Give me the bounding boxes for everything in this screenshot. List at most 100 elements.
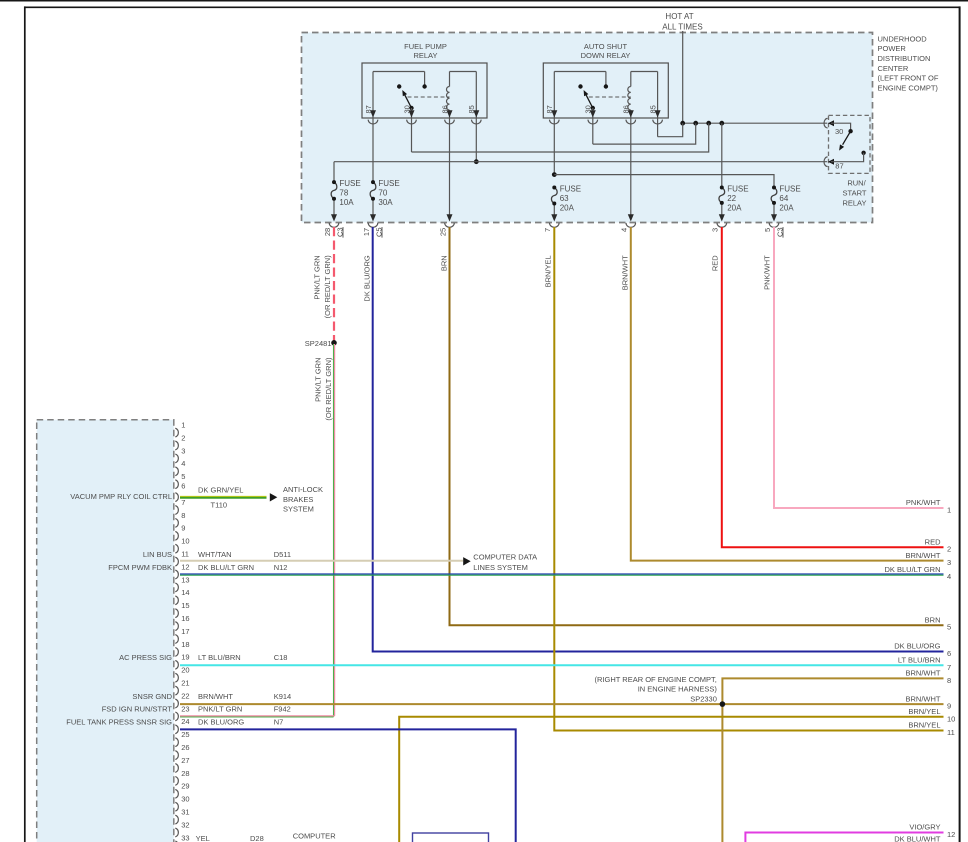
svg-text:31: 31: [181, 808, 189, 817]
svg-text:26: 26: [181, 743, 189, 752]
svg-text:ALL TIMES: ALL TIMES: [662, 23, 702, 32]
svg-text:FUEL PUMP: FUEL PUMP: [404, 42, 447, 51]
svg-text:20A: 20A: [560, 203, 575, 212]
svg-text:8: 8: [947, 676, 951, 685]
svg-text:4: 4: [181, 459, 185, 468]
svg-text:12: 12: [181, 562, 189, 571]
svg-text:C18: C18: [274, 653, 288, 662]
svg-text:BRN/WHT: BRN/WHT: [906, 669, 941, 678]
svg-text:7: 7: [947, 663, 951, 672]
svg-text:FUSE: FUSE: [339, 179, 360, 188]
svg-text:COMPUTER: COMPUTER: [293, 831, 337, 840]
svg-text:10A: 10A: [339, 198, 354, 207]
svg-text:22: 22: [727, 194, 736, 203]
svg-text:F942: F942: [274, 705, 291, 714]
svg-text:SP2330: SP2330: [690, 695, 717, 704]
svg-text:FUSE: FUSE: [727, 185, 748, 194]
svg-text:13: 13: [181, 575, 189, 584]
svg-text:28: 28: [181, 769, 189, 778]
svg-text:FPCM PWM FDBK: FPCM PWM FDBK: [108, 563, 172, 572]
svg-text:N7: N7: [274, 718, 284, 727]
svg-text:6: 6: [181, 481, 185, 490]
svg-text:64: 64: [779, 194, 788, 203]
svg-text:DK BLU/LT GRN: DK BLU/LT GRN: [198, 563, 254, 572]
svg-text:RED: RED: [925, 537, 941, 546]
svg-text:COMPUTER DATA: COMPUTER DATA: [473, 553, 537, 562]
svg-text:18: 18: [181, 640, 189, 649]
svg-text:24: 24: [181, 717, 189, 726]
svg-text:2: 2: [947, 545, 951, 554]
svg-text:ENGINE COMPT): ENGINE COMPT): [878, 84, 939, 93]
svg-text:PNK/LT GRN: PNK/LT GRN: [314, 358, 323, 402]
svg-text:K914: K914: [274, 692, 292, 701]
svg-text:21: 21: [181, 679, 189, 688]
svg-text:10: 10: [181, 537, 189, 546]
svg-text:IN ENGINE HARNESS): IN ENGINE HARNESS): [638, 685, 718, 694]
svg-text:32: 32: [181, 820, 189, 829]
svg-text:25: 25: [438, 228, 447, 236]
svg-text:PNK/LT GRN: PNK/LT GRN: [313, 255, 322, 299]
svg-text:9: 9: [181, 524, 185, 533]
svg-text:3: 3: [181, 446, 185, 455]
svg-text:20A: 20A: [779, 203, 794, 212]
svg-text:11: 11: [181, 550, 189, 559]
svg-text:LIN BUS: LIN BUS: [143, 550, 172, 559]
svg-text:29: 29: [181, 782, 189, 791]
svg-text:3: 3: [947, 558, 951, 567]
svg-text:5: 5: [763, 228, 772, 232]
svg-text:19: 19: [181, 653, 189, 662]
svg-text:5: 5: [947, 623, 951, 632]
svg-text:BRN: BRN: [440, 255, 449, 271]
svg-text:PNK/LT GRN: PNK/LT GRN: [198, 705, 242, 714]
svg-text:78: 78: [339, 189, 348, 198]
svg-text:FSD IGN RUN/STRT: FSD IGN RUN/STRT: [102, 705, 173, 714]
svg-text:AC PRESS SIG: AC PRESS SIG: [119, 653, 172, 662]
svg-text:DK GRN/YEL: DK GRN/YEL: [198, 485, 243, 494]
svg-text:20A: 20A: [727, 203, 742, 212]
svg-text:7: 7: [181, 498, 185, 507]
svg-text:DK BLU/WHT: DK BLU/WHT: [894, 835, 941, 842]
svg-text:(OR RED/LT GRN): (OR RED/LT GRN): [323, 255, 332, 319]
svg-text:10: 10: [947, 714, 955, 723]
svg-text:25: 25: [181, 730, 189, 739]
svg-text:D511: D511: [274, 550, 291, 559]
svg-text:PNK/WHT: PNK/WHT: [906, 498, 941, 507]
svg-text:CENTER: CENTER: [878, 64, 909, 73]
svg-text:BRAKES: BRAKES: [283, 495, 313, 504]
svg-text:22: 22: [181, 691, 189, 700]
svg-text:(RIGHT REAR OF ENGINE COMPT,: (RIGHT REAR OF ENGINE COMPT,: [595, 675, 717, 684]
svg-text:T110: T110: [211, 501, 228, 510]
svg-text:FUSE: FUSE: [560, 185, 581, 194]
svg-text:ANTI-LOCK: ANTI-LOCK: [283, 485, 323, 494]
svg-text:70: 70: [378, 189, 387, 198]
svg-text:16: 16: [181, 614, 189, 623]
svg-text:BRN/WHT: BRN/WHT: [906, 694, 941, 703]
svg-text:30: 30: [402, 105, 411, 113]
svg-text:VIO/GRY: VIO/GRY: [909, 823, 940, 832]
svg-text:START: START: [843, 188, 867, 197]
svg-text:86: 86: [622, 105, 631, 113]
svg-text:1: 1: [181, 421, 185, 430]
svg-text:(LEFT FRONT OF: (LEFT FRONT OF: [878, 74, 939, 83]
svg-text:30A: 30A: [378, 198, 393, 207]
svg-text:PNK/WHT: PNK/WHT: [763, 255, 772, 290]
svg-text:UNDERHOOD: UNDERHOOD: [878, 34, 928, 43]
svg-text:30: 30: [181, 795, 189, 804]
svg-text:LT BLU/BRN: LT BLU/BRN: [198, 653, 241, 662]
svg-text:28: 28: [323, 228, 332, 236]
svg-text:(OR RED/LT GRN): (OR RED/LT GRN): [324, 357, 333, 421]
svg-text:RUN/: RUN/: [847, 178, 866, 187]
svg-text:27: 27: [181, 756, 189, 765]
svg-text:87: 87: [835, 161, 843, 170]
svg-text:87: 87: [545, 105, 554, 113]
svg-text:4: 4: [620, 228, 629, 232]
svg-text:BRN/YEL: BRN/YEL: [908, 707, 940, 716]
svg-text:FUSE: FUSE: [378, 179, 399, 188]
svg-text:85: 85: [467, 105, 476, 113]
svg-text:RELAY: RELAY: [413, 51, 437, 60]
svg-text:SYSTEM: SYSTEM: [283, 504, 314, 513]
svg-text:12: 12: [947, 830, 955, 839]
svg-text:YEL: YEL: [196, 834, 210, 842]
svg-text:AUTO SHUT: AUTO SHUT: [584, 42, 628, 51]
svg-text:17: 17: [181, 627, 189, 636]
